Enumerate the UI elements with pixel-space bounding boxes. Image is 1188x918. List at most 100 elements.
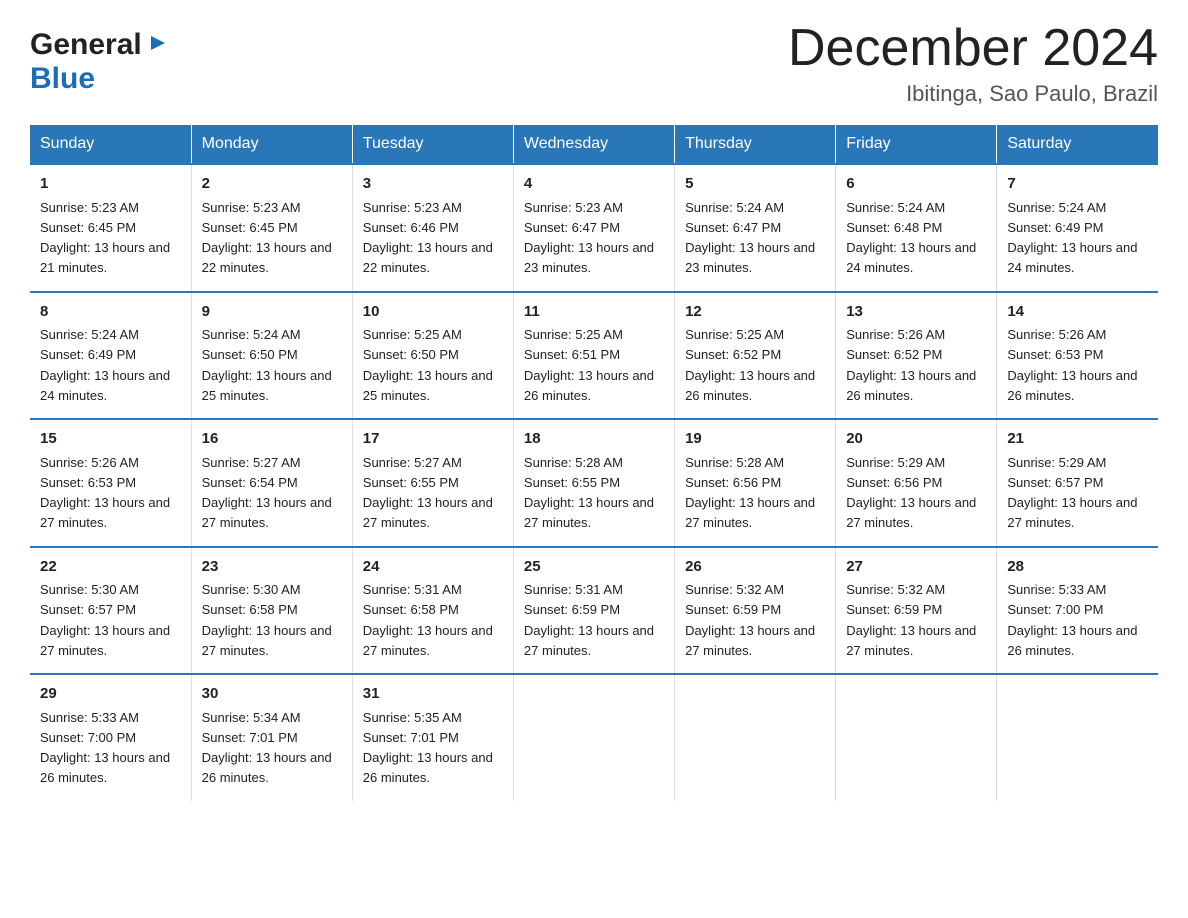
calendar-cell: 22 Sunrise: 5:30 AMSunset: 6:57 PMDaylig… <box>30 547 191 675</box>
day-number: 12 <box>685 301 825 324</box>
calendar-cell: 11 Sunrise: 5:25 AMSunset: 6:51 PMDaylig… <box>513 292 674 420</box>
col-header-friday: Friday <box>836 125 997 164</box>
calendar-week-row: 15 Sunrise: 5:26 AMSunset: 6:53 PMDaylig… <box>30 419 1158 547</box>
calendar-cell: 15 Sunrise: 5:26 AMSunset: 6:53 PMDaylig… <box>30 419 191 547</box>
day-number: 1 <box>40 173 181 196</box>
calendar-cell <box>513 674 674 801</box>
day-number: 29 <box>40 683 181 706</box>
title-block: December 2024 Ibitinga, Sao Paulo, Brazi… <box>788 20 1158 107</box>
day-info: Sunrise: 5:23 AMSunset: 6:45 PMDaylight:… <box>202 200 332 276</box>
day-info: Sunrise: 5:33 AMSunset: 7:00 PMDaylight:… <box>40 710 170 786</box>
col-header-saturday: Saturday <box>997 125 1158 164</box>
calendar-cell: 14 Sunrise: 5:26 AMSunset: 6:53 PMDaylig… <box>997 292 1158 420</box>
day-info: Sunrise: 5:33 AMSunset: 7:00 PMDaylight:… <box>1007 582 1137 658</box>
col-header-monday: Monday <box>191 125 352 164</box>
day-number: 6 <box>846 173 986 196</box>
day-number: 24 <box>363 556 503 579</box>
calendar-cell: 19 Sunrise: 5:28 AMSunset: 6:56 PMDaylig… <box>675 419 836 547</box>
day-info: Sunrise: 5:23 AMSunset: 6:47 PMDaylight:… <box>524 200 654 276</box>
day-info: Sunrise: 5:23 AMSunset: 6:46 PMDaylight:… <box>363 200 493 276</box>
day-number: 19 <box>685 428 825 451</box>
day-info: Sunrise: 5:31 AMSunset: 6:58 PMDaylight:… <box>363 582 493 658</box>
day-number: 23 <box>202 556 342 579</box>
calendar-cell: 26 Sunrise: 5:32 AMSunset: 6:59 PMDaylig… <box>675 547 836 675</box>
logo-blue-text: Blue <box>30 62 95 95</box>
day-info: Sunrise: 5:25 AMSunset: 6:52 PMDaylight:… <box>685 327 815 403</box>
col-header-tuesday: Tuesday <box>352 125 513 164</box>
day-number: 9 <box>202 301 342 324</box>
calendar-week-row: 22 Sunrise: 5:30 AMSunset: 6:57 PMDaylig… <box>30 547 1158 675</box>
calendar-table: SundayMondayTuesdayWednesdayThursdayFrid… <box>30 125 1158 801</box>
day-number: 17 <box>363 428 503 451</box>
calendar-cell: 4 Sunrise: 5:23 AMSunset: 6:47 PMDayligh… <box>513 164 674 292</box>
calendar-week-row: 8 Sunrise: 5:24 AMSunset: 6:49 PMDayligh… <box>30 292 1158 420</box>
calendar-cell: 5 Sunrise: 5:24 AMSunset: 6:47 PMDayligh… <box>675 164 836 292</box>
day-info: Sunrise: 5:29 AMSunset: 6:57 PMDaylight:… <box>1007 455 1137 531</box>
day-number: 20 <box>846 428 986 451</box>
day-info: Sunrise: 5:24 AMSunset: 6:50 PMDaylight:… <box>202 327 332 403</box>
calendar-week-row: 29 Sunrise: 5:33 AMSunset: 7:00 PMDaylig… <box>30 674 1158 801</box>
calendar-cell: 9 Sunrise: 5:24 AMSunset: 6:50 PMDayligh… <box>191 292 352 420</box>
day-number: 2 <box>202 173 342 196</box>
day-number: 27 <box>846 556 986 579</box>
day-number: 15 <box>40 428 181 451</box>
calendar-cell: 16 Sunrise: 5:27 AMSunset: 6:54 PMDaylig… <box>191 419 352 547</box>
day-info: Sunrise: 5:30 AMSunset: 6:58 PMDaylight:… <box>202 582 332 658</box>
col-header-thursday: Thursday <box>675 125 836 164</box>
day-number: 5 <box>685 173 825 196</box>
day-number: 4 <box>524 173 664 196</box>
day-info: Sunrise: 5:26 AMSunset: 6:53 PMDaylight:… <box>1007 327 1137 403</box>
day-number: 3 <box>363 173 503 196</box>
day-info: Sunrise: 5:24 AMSunset: 6:47 PMDaylight:… <box>685 200 815 276</box>
day-info: Sunrise: 5:26 AMSunset: 6:52 PMDaylight:… <box>846 327 976 403</box>
calendar-cell: 29 Sunrise: 5:33 AMSunset: 7:00 PMDaylig… <box>30 674 191 801</box>
day-number: 21 <box>1007 428 1148 451</box>
day-info: Sunrise: 5:32 AMSunset: 6:59 PMDaylight:… <box>685 582 815 658</box>
calendar-cell: 31 Sunrise: 5:35 AMSunset: 7:01 PMDaylig… <box>352 674 513 801</box>
calendar-cell: 1 Sunrise: 5:23 AMSunset: 6:45 PMDayligh… <box>30 164 191 292</box>
calendar-cell <box>675 674 836 801</box>
day-info: Sunrise: 5:27 AMSunset: 6:55 PMDaylight:… <box>363 455 493 531</box>
day-info: Sunrise: 5:31 AMSunset: 6:59 PMDaylight:… <box>524 582 654 658</box>
page-header: General Blue December 2024 Ibitinga, Sao… <box>30 20 1158 107</box>
calendar-cell: 28 Sunrise: 5:33 AMSunset: 7:00 PMDaylig… <box>997 547 1158 675</box>
day-info: Sunrise: 5:32 AMSunset: 6:59 PMDaylight:… <box>846 582 976 658</box>
calendar-cell: 13 Sunrise: 5:26 AMSunset: 6:52 PMDaylig… <box>836 292 997 420</box>
calendar-cell: 6 Sunrise: 5:24 AMSunset: 6:48 PMDayligh… <box>836 164 997 292</box>
logo: General Blue <box>30 28 167 96</box>
day-info: Sunrise: 5:29 AMSunset: 6:56 PMDaylight:… <box>846 455 976 531</box>
day-info: Sunrise: 5:26 AMSunset: 6:53 PMDaylight:… <box>40 455 170 531</box>
calendar-cell <box>997 674 1158 801</box>
calendar-cell: 21 Sunrise: 5:29 AMSunset: 6:57 PMDaylig… <box>997 419 1158 547</box>
day-number: 14 <box>1007 301 1148 324</box>
main-title: December 2024 <box>788 20 1158 77</box>
day-info: Sunrise: 5:28 AMSunset: 6:55 PMDaylight:… <box>524 455 654 531</box>
calendar-header-row: SundayMondayTuesdayWednesdayThursdayFrid… <box>30 125 1158 164</box>
day-number: 28 <box>1007 556 1148 579</box>
calendar-cell: 7 Sunrise: 5:24 AMSunset: 6:49 PMDayligh… <box>997 164 1158 292</box>
calendar-cell: 27 Sunrise: 5:32 AMSunset: 6:59 PMDaylig… <box>836 547 997 675</box>
col-header-wednesday: Wednesday <box>513 125 674 164</box>
logo-arrow-icon <box>145 32 167 59</box>
day-number: 31 <box>363 683 503 706</box>
day-info: Sunrise: 5:27 AMSunset: 6:54 PMDaylight:… <box>202 455 332 531</box>
calendar-cell: 12 Sunrise: 5:25 AMSunset: 6:52 PMDaylig… <box>675 292 836 420</box>
day-info: Sunrise: 5:25 AMSunset: 6:50 PMDaylight:… <box>363 327 493 403</box>
calendar-cell: 24 Sunrise: 5:31 AMSunset: 6:58 PMDaylig… <box>352 547 513 675</box>
day-number: 22 <box>40 556 181 579</box>
day-info: Sunrise: 5:24 AMSunset: 6:49 PMDaylight:… <box>1007 200 1137 276</box>
day-number: 26 <box>685 556 825 579</box>
day-number: 10 <box>363 301 503 324</box>
day-info: Sunrise: 5:25 AMSunset: 6:51 PMDaylight:… <box>524 327 654 403</box>
subtitle: Ibitinga, Sao Paulo, Brazil <box>788 81 1158 107</box>
day-info: Sunrise: 5:30 AMSunset: 6:57 PMDaylight:… <box>40 582 170 658</box>
logo-general-text: General <box>30 28 142 62</box>
day-info: Sunrise: 5:24 AMSunset: 6:49 PMDaylight:… <box>40 327 170 403</box>
calendar-cell: 18 Sunrise: 5:28 AMSunset: 6:55 PMDaylig… <box>513 419 674 547</box>
calendar-cell: 10 Sunrise: 5:25 AMSunset: 6:50 PMDaylig… <box>352 292 513 420</box>
day-number: 16 <box>202 428 342 451</box>
day-number: 7 <box>1007 173 1148 196</box>
day-number: 11 <box>524 301 664 324</box>
calendar-cell: 2 Sunrise: 5:23 AMSunset: 6:45 PMDayligh… <box>191 164 352 292</box>
day-info: Sunrise: 5:24 AMSunset: 6:48 PMDaylight:… <box>846 200 976 276</box>
